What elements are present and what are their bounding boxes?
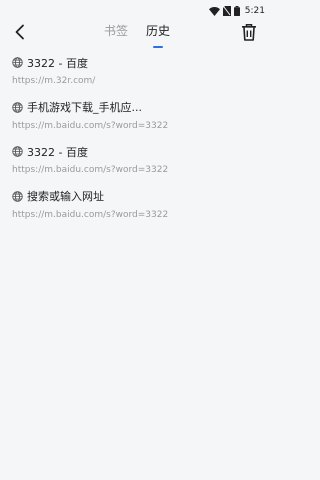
delete-history-button[interactable] <box>240 22 258 42</box>
history-item-title-row: 3322 - 百度 <box>12 54 269 71</box>
history-item-title: 3322 - 百度 <box>27 56 88 70</box>
screen: 5:21 书签 历史 3322 - 百度 https://m.32r.com/ … <box>0 0 269 480</box>
globe-icon <box>12 146 23 157</box>
history-item[interactable]: 手机游戏下载_手机应... https://m.baidu.com/s?word… <box>0 99 269 144</box>
history-item-title-row: 手机游戏下载_手机应... <box>12 99 269 116</box>
globe-icon <box>12 190 23 202</box>
history-item-title: 3322 - 百度 <box>27 145 88 159</box>
tab-bookmarks[interactable]: 书签 <box>104 23 128 40</box>
history-item-url: https://m.32r.com/ <box>12 76 96 86</box>
history-item[interactable]: 3322 - 百度 https://m.32r.com/ <box>0 54 269 99</box>
status-bar: 5:21 <box>0 0 269 16</box>
tab-bar: 书签 历史 <box>104 23 171 48</box>
history-item-title-row: 3322 - 百度 <box>12 143 269 160</box>
history-item-url: https://m.baidu.com/s?word=3322 <box>12 120 169 131</box>
globe-icon <box>12 57 23 68</box>
back-button[interactable] <box>10 22 30 42</box>
history-item-url: https://m.baidu.com/s?word=3322 <box>12 165 169 175</box>
chevron-left-icon <box>15 24 24 40</box>
history-item[interactable]: 搜索或输入网址 https://m.baidu.com/s?word=3322 <box>0 188 269 233</box>
history-list: 3322 - 百度 https://m.32r.com/ 手机游戏下载_手机应.… <box>0 54 269 232</box>
top-navigation: 书签 历史 <box>0 14 269 50</box>
history-item-title: 搜索或输入网址 <box>27 190 104 203</box>
tab-active-indicator <box>153 46 164 48</box>
history-item-url: https://m.baidu.com/s?word=3322 <box>12 209 169 220</box>
history-item-title-row: 搜索或输入网址 <box>12 188 269 205</box>
history-item[interactable]: 3322 - 百度 https://m.baidu.com/s?word=332… <box>0 143 269 188</box>
tab-history-label: 历史 <box>146 24 171 38</box>
globe-icon <box>12 101 23 113</box>
tab-history[interactable]: 历史 <box>146 23 171 48</box>
history-item-title: 手机游戏下载_手机应... <box>27 101 142 114</box>
trash-icon <box>242 23 256 41</box>
